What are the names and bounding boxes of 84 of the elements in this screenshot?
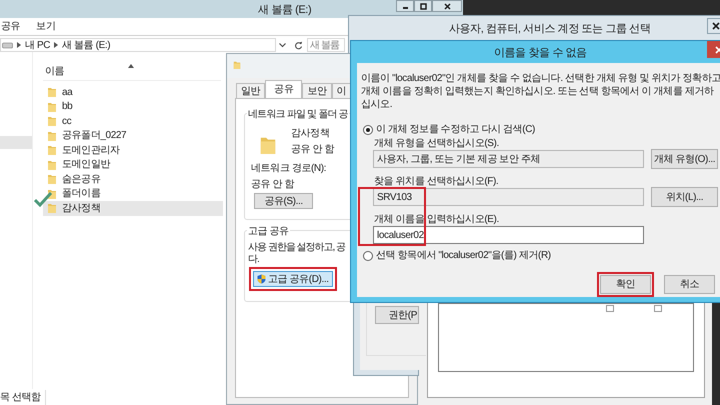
description-text: 사용 권한을 설정하고, 공: [248, 241, 346, 254]
file-row[interactable]: 숨은공유: [43, 172, 223, 186]
read-only-field: 사용자, 그룹, 또는 기본 제공 보안 주체: [373, 150, 644, 168]
radio-label[interactable]: 이 개체 정보를 수정하고 다시 검색(C): [376, 122, 535, 137]
search-field[interactable]: 새 볼륨: [307, 38, 345, 52]
permissions-button[interactable]: 권한(P: [375, 306, 419, 324]
check-icon: [34, 192, 52, 207]
folder-icon: [47, 86, 57, 98]
checkbox[interactable]: [654, 305, 662, 312]
file-row[interactable]: 공유폴더_0227: [43, 128, 223, 143]
maximize-icon: [418, 2, 428, 10]
window-title: 사용자, 컴퓨터, 서비스 계정 또는 그룹 선택: [449, 22, 650, 37]
folder-icon: [47, 130, 57, 142]
radio-button[interactable]: [363, 124, 373, 134]
sort-icon: [128, 64, 134, 68]
menu-item[interactable]: 공유: [0, 19, 22, 34]
dialog-button[interactable]: 위치(L)...: [651, 187, 718, 207]
file-row[interactable]: aa: [43, 85, 223, 100]
field-label: 찾을 위치를 선택하십시오(F).: [374, 176, 498, 187]
chevron-icon: [54, 42, 58, 48]
share-button[interactable]: 공유(S)...: [254, 193, 313, 209]
group-title: 네트워크 파일 및 폴더 공: [247, 107, 349, 122]
tab[interactable]: 이: [332, 83, 352, 98]
radio-label[interactable]: 선택 항목에서 "localuser02"을(를) 제거(R): [376, 248, 551, 263]
file-name: 도메인관리자: [62, 144, 120, 158]
folder-icon: [47, 100, 57, 113]
file-name: bb: [62, 100, 72, 114]
menu-item[interactable]: 보기: [35, 19, 56, 34]
close-icon: [712, 22, 720, 30]
dialog-button[interactable]: 개체 유형(O)...: [651, 149, 718, 169]
column-header[interactable]: 이름: [43, 64, 64, 79]
shield-icon: [257, 274, 266, 284]
error-message: 이름이 "localuser02"인 개체를 찾을 수 없습니다. 선택한 개체 유형 및 위치가 정확하고 개체 이름을 정확히 입력했는지 확인하십시오. 또는 선택 항목에서 이 개체를 제거하십시오.: [361, 72, 720, 111]
folder-icon: [47, 173, 57, 186]
minimize-button[interactable]: [396, 0, 414, 12]
folder-icon: [47, 202, 57, 214]
file-name: aa: [62, 86, 72, 100]
folder-icon: [47, 144, 57, 156]
file-row[interactable]: bb: [43, 100, 223, 114]
field-label: 개체 이름을 입력하십시오(E).: [374, 214, 499, 225]
tab[interactable]: 공유: [265, 80, 302, 98]
breadcrumb-item[interactable]: 새 볼륨 (E:): [62, 38, 110, 52]
dialog-button[interactable]: 확인: [600, 275, 651, 294]
tab[interactable]: 보안: [302, 83, 332, 98]
advanced-sharing-button[interactable]: 고급 공유(D)...: [253, 271, 333, 287]
file-row[interactable]: 감사정책: [43, 201, 223, 216]
close-button[interactable]: [432, 0, 462, 12]
field-label: 개체 유형을 선택하십시오(S).: [374, 138, 499, 149]
file-name: 폴더이름: [62, 187, 100, 202]
file-name: 숨은공유: [62, 172, 100, 187]
status-text: 목 선택함: [0, 390, 46, 404]
file-name: cc: [62, 114, 72, 129]
dropdown-icon[interactable]: [279, 42, 286, 48]
radio-button[interactable]: [363, 250, 373, 260]
field-label: 네트워크 경로(N):: [251, 162, 326, 176]
path-value: 공유 안 함: [251, 178, 294, 192]
drive-icon: [2, 41, 13, 49]
checkbox[interactable]: [606, 305, 614, 312]
file-row[interactable]: 도메인일반: [43, 158, 223, 172]
file-name: 도메인일반: [62, 158, 110, 172]
tab[interactable]: 일반: [236, 83, 266, 98]
file-row[interactable]: 도메인관리자: [43, 143, 223, 158]
breadcrumb-item[interactable]: 내 PC: [25, 38, 50, 52]
close-icon: [442, 2, 452, 10]
description-text: 다.: [248, 253, 259, 267]
folder-icon: [47, 158, 57, 171]
read-only-field: SRV103: [373, 188, 644, 206]
dialog-button[interactable]: 취소: [664, 275, 715, 294]
input-field[interactable]: localuser02: [373, 226, 644, 244]
folder-icon: [233, 60, 241, 70]
maximize-button[interactable]: [414, 0, 432, 12]
folder-icon: [47, 115, 57, 128]
highlight-frame: [358, 187, 426, 246]
chevron-icon: [17, 42, 21, 48]
dialog-title: 이름을 찾을 수 없음: [494, 46, 587, 61]
window-title: 새 볼륨 (E:): [258, 3, 312, 18]
folder-name: 감사정책: [291, 127, 330, 141]
file-name: 공유폴더_0227: [62, 129, 126, 144]
refresh-icon[interactable]: [294, 40, 303, 50]
file-name: 감사정책: [62, 202, 100, 216]
file-row[interactable]: cc: [43, 114, 223, 128]
share-state: 공유 안 함: [291, 143, 334, 157]
address-bar[interactable]: 내 PC 새 볼륨 (E:): [0, 38, 276, 52]
file-row[interactable]: 폴더이름: [43, 186, 223, 201]
